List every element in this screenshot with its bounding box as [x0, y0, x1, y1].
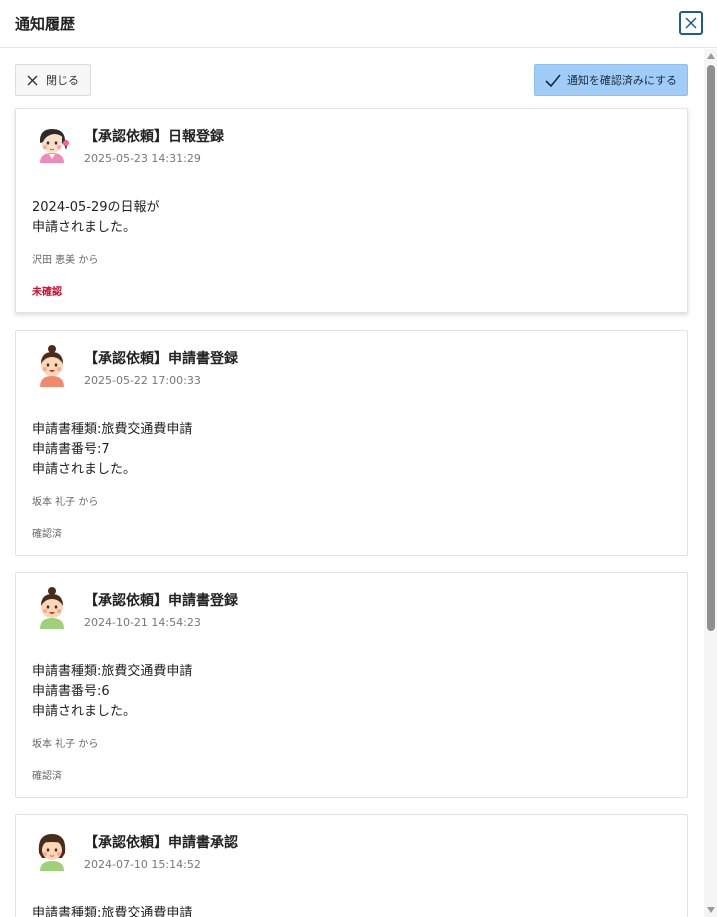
- body-line: 申請書種類:旅費交通費申請: [32, 906, 193, 917]
- notification-timestamp: 2024-10-21 14:54:23: [84, 616, 201, 629]
- notification-title: 【承認依頼】申請書登録: [84, 351, 238, 367]
- notification-title: 【承認依頼】申請書登録: [84, 593, 238, 609]
- notification-sender: 坂本 礼子 から: [32, 739, 99, 750]
- notification-body: 申請書種類:旅費交通費申請 申請書番号:7 申請されました。: [32, 420, 192, 480]
- notification-title: 【承認依頼】日報登録: [84, 129, 224, 145]
- notification-list[interactable]: 閉じる 通知を確認済みにする 【承認依頼】日報登録 2025-05-23 14:…: [0, 49, 704, 917]
- close-icon: [685, 17, 697, 29]
- toolbar: 閉じる 通知を確認済みにする: [15, 64, 688, 96]
- scrollbar-thumb[interactable]: [707, 65, 715, 631]
- notification-card[interactable]: 【承認依頼】申請書承認 2024-07-10 15:14:52 申請書種類:旅費…: [15, 814, 688, 917]
- woman-bun-avatar: [40, 587, 64, 629]
- status-badge: 未確認: [32, 287, 62, 298]
- body-line: 申請されました。: [32, 704, 137, 719]
- body-line: 申請書種類:旅費交通費申請: [32, 422, 193, 437]
- dialog-title: 通知履歴: [15, 15, 76, 33]
- notification-timestamp: 2024-07-10 15:14:52: [84, 858, 201, 871]
- dialog-header: 通知履歴: [0, 0, 717, 48]
- notification-title: 【承認依頼】申請書承認: [84, 835, 238, 851]
- notification-timestamp: 2025-05-23 14:31:29: [84, 152, 201, 165]
- body-line: 申請されました。: [32, 462, 137, 477]
- body-line: 申請書番号:6: [32, 684, 110, 699]
- mark-all-read-label: 通知を確認済みにする: [566, 74, 678, 87]
- mark-all-read-button[interactable]: 通知を確認済みにする: [534, 64, 688, 96]
- notification-body: 申請書種類:旅費交通費申請 申請書番号:6 申請されました。: [32, 662, 192, 722]
- notification-body: 2024-05-29の日報が 申請されました。: [32, 198, 160, 238]
- close-button-label: 閉じる: [46, 74, 79, 87]
- body-line: 2024-05-29の日報が: [32, 200, 160, 215]
- x-icon: [27, 75, 38, 85]
- woman-bob-avatar: [38, 834, 66, 871]
- scroll-down-arrow-icon[interactable]: [707, 907, 715, 913]
- notification-body: 申請書種類:旅費交通費申請: [32, 904, 192, 917]
- body-line: 申請書種類:旅費交通費申請: [32, 664, 193, 679]
- notification-timestamp: 2025-05-22 17:00:33: [84, 374, 201, 387]
- body-line: 申請されました。: [32, 220, 137, 235]
- status-badge: 確認済: [32, 771, 62, 782]
- scroll-up-arrow-icon[interactable]: [707, 53, 715, 59]
- woman-dark-hair-avatar: [39, 129, 69, 163]
- notification-sender: 沢田 恵美 から: [32, 255, 99, 266]
- notification-card[interactable]: 【承認依頼】日報登録 2025-05-23 14:31:29 2024-05-2…: [15, 108, 688, 313]
- vertical-scrollbar[interactable]: [704, 49, 717, 917]
- check-icon: [545, 73, 561, 87]
- close-dialog-button[interactable]: [679, 11, 703, 35]
- status-badge: 確認済: [32, 529, 62, 540]
- notification-card[interactable]: 【承認依頼】申請書登録 2024-10-21 14:54:23 申請書種類:旅費…: [15, 572, 688, 798]
- notification-sender: 坂本 礼子 から: [32, 497, 99, 508]
- body-line: 申請書番号:7: [32, 442, 110, 457]
- close-button[interactable]: 閉じる: [15, 64, 91, 96]
- notification-card[interactable]: 【承認依頼】申請書登録 2025-05-22 17:00:33 申請書種類:旅費…: [15, 330, 688, 556]
- woman-bun-avatar: [40, 345, 64, 387]
